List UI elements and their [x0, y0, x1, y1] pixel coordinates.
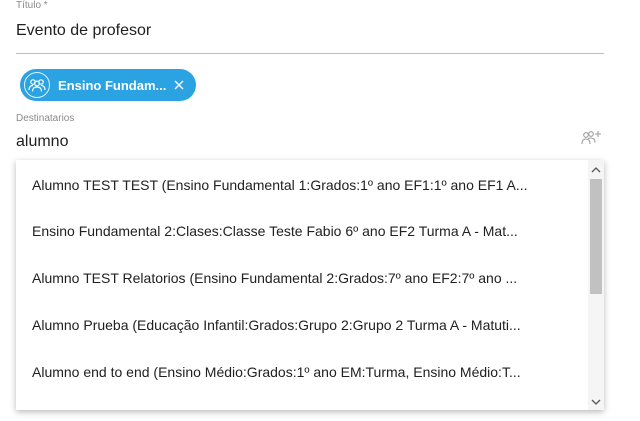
recipients-field[interactable]: Destinatarios: [16, 113, 604, 151]
title-label: Título *: [16, 0, 48, 11]
chip-label: Ensino Fundam...: [58, 77, 167, 93]
dropdown-option[interactable]: Alumno TEST TEST (Ensino Fundamental 1:G…: [32, 176, 572, 194]
title-underline: [16, 53, 604, 54]
title-input[interactable]: Evento de profesor: [16, 21, 604, 41]
dropdown-option[interactable]: Alumno Prueba (Educação Infantil:Grados:…: [32, 316, 572, 334]
dropdown-option[interactable]: Alumno TEST Relatorios (Ensino Fundament…: [32, 269, 572, 287]
scroll-down-icon[interactable]: [590, 396, 602, 408]
add-people-icon[interactable]: [580, 129, 602, 147]
recipients-label: Destinatarios: [16, 113, 75, 124]
dropdown-option[interactable]: Alumno end to end (Ensino Médio:Grados:1…: [32, 363, 572, 381]
scroll-thumb[interactable]: [590, 179, 602, 294]
dropdown-scrollbar[interactable]: [588, 160, 604, 410]
recipient-chip[interactable]: Ensino Fundam...: [20, 69, 196, 101]
scroll-up-icon[interactable]: [590, 163, 602, 175]
group-icon: [24, 72, 50, 98]
title-field[interactable]: Título * Evento de profesor: [16, 0, 604, 54]
close-icon[interactable]: [172, 78, 186, 92]
dropdown-option[interactable]: Ensino Fundamental 2:Clases:Classe Teste…: [32, 222, 572, 240]
recipients-dropdown[interactable]: Alumno TEST TEST (Ensino Fundamental 1:G…: [16, 160, 604, 410]
recipients-input[interactable]: [16, 133, 536, 151]
